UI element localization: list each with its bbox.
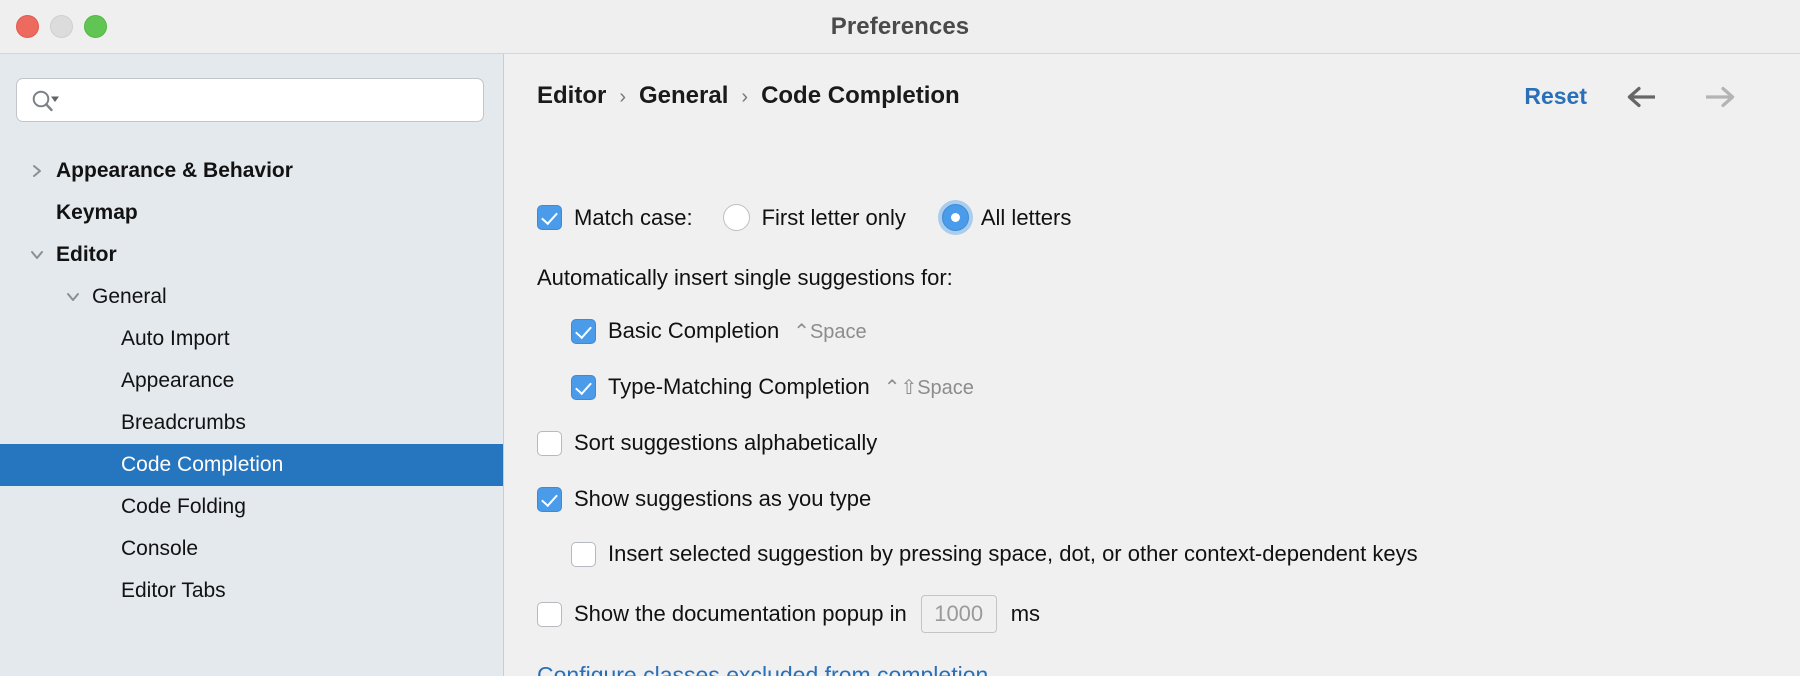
sidebar-item-label: Editor: [56, 243, 117, 266]
all-letters-radio-group[interactable]: All letters: [941, 204, 1072, 231]
sidebar-item-breadcrumbs[interactable]: Breadcrumbs: [0, 402, 503, 444]
first-letter-only-label: First letter only: [761, 204, 906, 230]
search-input[interactable]: [69, 79, 481, 123]
basic-completion-checkbox[interactable]: [571, 318, 596, 344]
breadcrumb-item-code-completion: Code Completion: [761, 82, 960, 109]
sort-alphabetically-label: Sort suggestions alphabetically: [574, 430, 878, 455]
search-field[interactable]: [16, 78, 484, 123]
sidebar-item-label: General: [92, 285, 167, 308]
doc-popup-row: Show the documentation popup in ms: [537, 595, 1040, 633]
sidebar-item-label: Appearance: [121, 369, 235, 392]
title-bar: Preferences: [0, 0, 1800, 54]
sidebar-item-label: Appearance & Behavior: [56, 159, 293, 182]
first-letter-only-radio-group[interactable]: First letter only: [722, 204, 906, 231]
basic-completion-shortcut: ⌃Space: [793, 320, 867, 343]
sidebar-item-label: Breadcrumbs: [121, 411, 246, 434]
doc-popup-unit-label: ms: [1010, 601, 1041, 626]
sidebar-item-general[interactable]: General: [0, 276, 503, 318]
settings-tree: Appearance & Behavior Keymap Editor General…: [0, 150, 503, 612]
breadcrumb-item-general[interactable]: General: [639, 82, 728, 110]
sidebar-item-label: Code Completion: [121, 453, 284, 476]
show-suggestions-row[interactable]: Show suggestions as you type: [537, 486, 871, 512]
show-suggestions-label: Show suggestions as you type: [574, 486, 872, 511]
breadcrumb-separator: ›: [741, 85, 749, 108]
sidebar-item-code-completion[interactable]: Code Completion: [0, 444, 503, 486]
chevron-down-icon[interactable]: [26, 244, 48, 266]
type-matching-completion-shortcut: ⌃⇧Space: [883, 376, 974, 399]
doc-popup-checkbox[interactable]: [537, 601, 562, 627]
search-icon[interactable]: [30, 89, 60, 113]
sort-alphabetically-checkbox[interactable]: [537, 430, 562, 456]
sidebar-item-appearance-behavior[interactable]: Appearance & Behavior: [0, 150, 503, 192]
sidebar-item-keymap[interactable]: Keymap: [0, 192, 503, 234]
configure-excluded-classes-link[interactable]: Configure classes excluded from completi…: [537, 662, 988, 676]
preferences-window: Preferences Appearance & Behavior Keymap E…: [0, 0, 1800, 676]
sidebar-item-label: Console: [121, 537, 199, 560]
insert-selected-suggestion-checkbox[interactable]: [571, 541, 596, 567]
sidebar-item-label: Editor Tabs: [121, 579, 226, 602]
match-case-label: Match case:: [574, 204, 693, 230]
doc-popup-delay-input[interactable]: [920, 595, 997, 633]
all-letters-radio[interactable]: [941, 204, 969, 231]
window-title: Preferences: [830, 13, 970, 40]
insert-selected-suggestion-label: Insert selected suggestion by pressing s…: [608, 541, 1418, 566]
match-case-row: Match case: First letter only All letter…: [537, 204, 1071, 231]
sidebar-item-label: Keymap: [56, 201, 138, 224]
sidebar-item-editor-tabs[interactable]: Editor Tabs: [0, 570, 503, 612]
insert-selected-suggestion-row[interactable]: Insert selected suggestion by pressing s…: [571, 541, 1418, 567]
reset-button[interactable]: Reset: [1524, 83, 1587, 110]
type-matching-completion-row[interactable]: Type-Matching Completion ⌃⇧Space: [571, 374, 974, 400]
sidebar-item-label: Auto Import: [121, 327, 230, 350]
sidebar-item-auto-import[interactable]: Auto Import: [0, 318, 503, 360]
type-matching-completion-checkbox[interactable]: [571, 374, 596, 400]
first-letter-only-radio[interactable]: [722, 204, 750, 231]
sidebar-item-editor[interactable]: Editor: [0, 234, 503, 276]
arrow-right-icon[interactable]: [1700, 82, 1738, 112]
chevron-right-icon[interactable]: [26, 160, 48, 182]
auto-insert-group-label: Automatically insert single suggestions …: [537, 265, 953, 290]
breadcrumb: Editor › General › Code Completion: [537, 82, 960, 110]
match-case-checkbox[interactable]: [537, 205, 562, 230]
sidebar-item-label: Code Folding: [121, 495, 246, 518]
sidebar-item-console[interactable]: Console: [0, 528, 503, 570]
basic-completion-label: Basic Completion: [608, 318, 780, 343]
sort-alphabetically-row[interactable]: Sort suggestions alphabetically: [537, 430, 877, 456]
breadcrumb-separator: ›: [619, 85, 626, 108]
settings-sidebar: Appearance & Behavior Keymap Editor General…: [0, 54, 504, 676]
show-suggestions-checkbox[interactable]: [537, 486, 562, 512]
arrow-left-icon[interactable]: [1624, 82, 1662, 112]
sidebar-item-code-folding[interactable]: Code Folding: [0, 486, 503, 528]
breadcrumb-item-editor[interactable]: Editor: [537, 82, 606, 110]
doc-popup-label: Show the documentation popup in: [574, 601, 907, 626]
basic-completion-row[interactable]: Basic Completion ⌃Space: [571, 318, 867, 344]
chevron-down-icon[interactable]: [62, 286, 84, 308]
all-letters-label: All letters: [980, 204, 1072, 230]
settings-main-panel: Editor › General › Code Completion Reset…: [505, 54, 1800, 676]
type-matching-completion-label: Type-Matching Completion: [608, 374, 870, 399]
sidebar-item-appearance[interactable]: Appearance: [0, 360, 503, 402]
